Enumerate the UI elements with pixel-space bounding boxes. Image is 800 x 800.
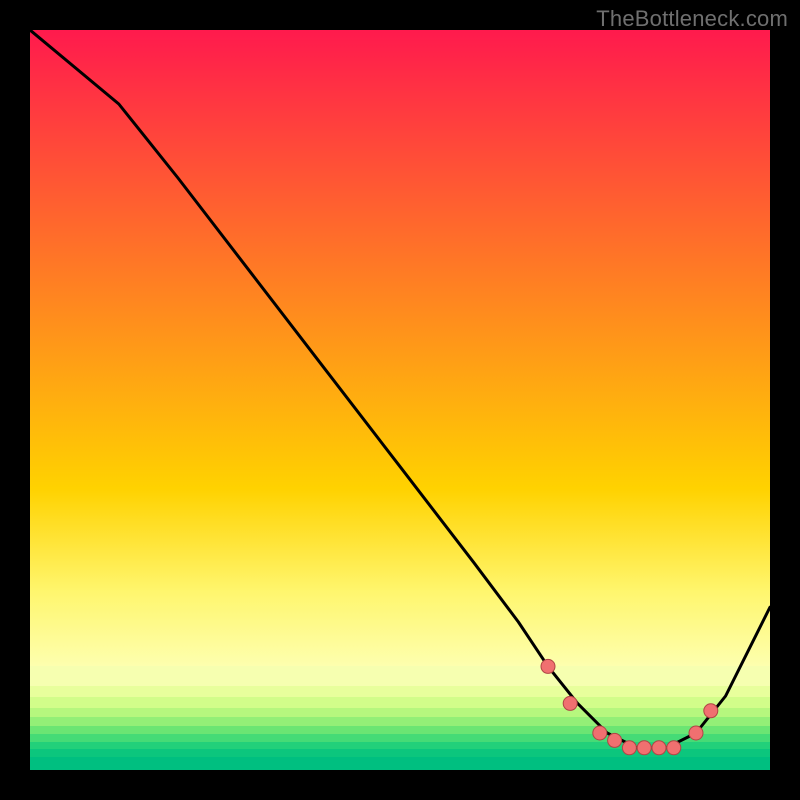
data-marker	[704, 704, 718, 718]
data-marker	[608, 733, 622, 747]
curve-layer	[30, 30, 770, 770]
data-marker	[637, 741, 651, 755]
data-marker	[563, 696, 577, 710]
data-marker	[667, 741, 681, 755]
chart-frame: TheBottleneck.com	[0, 0, 800, 800]
data-marker	[652, 741, 666, 755]
data-marker	[541, 659, 555, 673]
bottleneck-curve	[30, 30, 770, 748]
data-marker	[593, 726, 607, 740]
data-marker	[689, 726, 703, 740]
watermark-text: TheBottleneck.com	[596, 6, 788, 32]
plot-area	[30, 30, 770, 770]
data-marker	[622, 741, 636, 755]
